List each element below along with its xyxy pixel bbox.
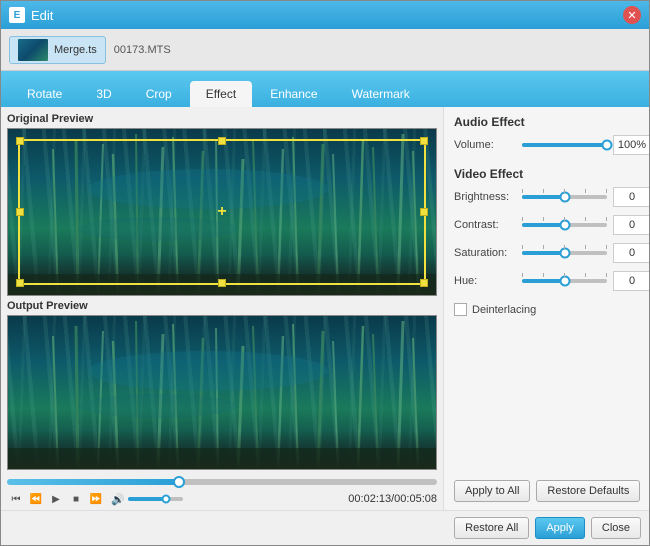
close-window-button[interactable]: ✕ [623,6,641,24]
brightness-value: 0 [613,187,649,207]
original-video-svg [8,129,436,295]
deinterlacing-row: Deinterlacing [454,303,649,316]
volume-track-thumb[interactable] [602,140,613,151]
saturation-label: Saturation: [454,247,522,259]
right-panel: Audio Effect Volume: 100% ▲ ▼ Video Effe… [443,107,649,510]
volume-slider-fill [128,497,167,501]
hue-value: 0 [613,271,649,291]
deinterlacing-label: Deinterlacing [472,304,536,316]
brightness-label: Brightness: [454,191,522,203]
tab-watermark[interactable]: Watermark [336,81,426,107]
controls-bar: ⏮ ⏪ ▶ ■ ⏩ 🔊 00:02:13/00:05:08 [7,490,437,508]
file-name-2: 00173.MTS [114,44,171,56]
tab-rotate[interactable]: Rotate [11,81,78,107]
original-preview-box: + [7,128,437,296]
volume-icon: 🔊 [111,493,125,506]
tabs-bar: Rotate 3D Crop Effect Enhance Watermark [1,71,649,107]
volume-area: 🔊 [111,493,183,506]
hue-thumb[interactable] [559,276,570,287]
left-panel: Original Preview [1,107,443,510]
apply-button[interactable]: Apply [535,517,585,539]
edit-window: E Edit ✕ Merge.ts 00173.MTS Rotate 3D Cr… [0,0,650,546]
volume-slider-thumb[interactable] [162,495,171,504]
video-effect-title: Video Effect [454,167,649,181]
contrast-ticks [522,217,607,221]
brightness-slider-container: 0 ▲ ▼ [522,187,649,207]
brightness-thumb[interactable] [559,192,570,203]
hue-track[interactable] [522,279,607,283]
close-button[interactable]: Close [591,517,641,539]
seek-bar[interactable] [7,479,437,485]
main-content: Original Preview [1,107,649,510]
original-video-bg [8,129,436,295]
apply-to-all-button[interactable]: Apply to All [454,480,530,502]
audio-effect-title: Audio Effect [454,115,649,129]
saturation-slider-container: 0 ▲ ▼ [522,243,649,263]
tab-effect[interactable]: Effect [190,81,252,107]
titlebar: E Edit ✕ [1,1,649,29]
output-video-bg [8,316,436,470]
right-panel-bottom: Apply to All Restore Defaults [454,472,649,502]
seek-thumb[interactable] [173,476,185,488]
contrast-track[interactable] [522,223,607,227]
play-button[interactable]: ▶ [47,490,65,508]
hue-ticks [522,273,607,277]
original-preview-section: Original Preview [7,113,437,296]
brightness-track[interactable] [522,195,607,199]
original-preview-label: Original Preview [7,113,437,125]
saturation-track[interactable] [522,251,607,255]
hue-row: Hue: 0 ▲ [454,271,649,291]
tab-crop[interactable]: Crop [130,81,188,107]
stop-button[interactable]: ■ [67,490,85,508]
file-name-1: Merge.ts [54,44,97,56]
saturation-ticks [522,245,607,249]
tab-enhance[interactable]: Enhance [254,81,333,107]
brightness-ticks [522,189,607,193]
brightness-row: Brightness: 0 [454,187,649,207]
seek-progress [7,479,179,485]
volume-track[interactable] [522,143,607,147]
hue-slider-container: 0 ▲ ▼ [522,271,649,291]
volume-label: Volume: [454,139,522,151]
restore-defaults-button[interactable]: Restore Defaults [536,480,640,502]
output-preview-section: Output Preview [7,300,437,470]
file-thumbnail [18,39,48,61]
window-title: Edit [31,8,623,23]
volume-fill [522,143,607,147]
contrast-slider-container: 0 ▲ ▼ [522,215,649,235]
saturation-thumb[interactable] [559,248,570,259]
file-item[interactable]: Merge.ts [9,36,106,64]
time-display: 00:02:13/00:05:08 [348,493,437,505]
output-preview-label: Output Preview [7,300,437,312]
volume-value: 100% [613,135,649,155]
contrast-thumb[interactable] [559,220,570,231]
step-forward-button[interactable]: ⏩ [87,490,105,508]
volume-slider-container: 100% ▲ ▼ [522,135,649,155]
tab-3d[interactable]: 3D [80,81,127,107]
saturation-value: 0 [613,243,649,263]
saturation-row: Saturation: 0 [454,243,649,263]
app-icon: E [9,7,25,23]
apply-all-row: Apply to All Restore Defaults [454,480,649,502]
hue-label: Hue: [454,275,522,287]
bottom-buttons: Restore All Apply Close [1,510,649,545]
seek-bar-container [7,479,437,485]
skip-to-start-button[interactable]: ⏮ [7,490,25,508]
output-video-svg [8,316,436,470]
output-preview-box [7,315,437,470]
contrast-row: Contrast: 0 [454,215,649,235]
deinterlacing-checkbox[interactable] [454,303,467,316]
file-bar: Merge.ts 00173.MTS [1,29,649,71]
volume-slider[interactable] [128,497,183,501]
step-back-button[interactable]: ⏪ [27,490,45,508]
contrast-value: 0 [613,215,649,235]
restore-all-button[interactable]: Restore All [454,517,529,539]
contrast-label: Contrast: [454,219,522,231]
volume-row: Volume: 100% ▲ ▼ [454,135,649,155]
